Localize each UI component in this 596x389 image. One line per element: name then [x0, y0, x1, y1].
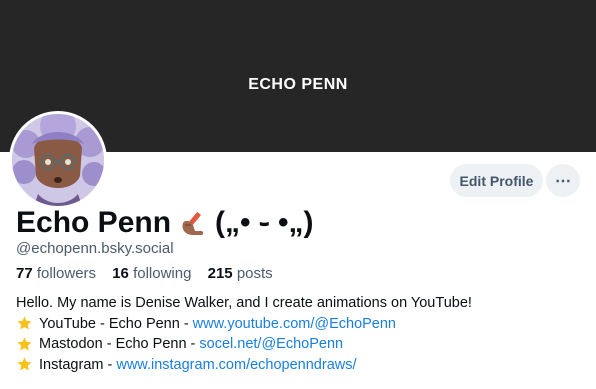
following-label: following: [133, 265, 192, 282]
following-count: 16: [112, 265, 129, 282]
bio-link-line: YouTube - Echo Penn - www.youtube.com/@E…: [16, 314, 472, 335]
display-name-text: Echo Penn: [16, 205, 172, 239]
posts-count: 215: [207, 265, 233, 282]
bio: Hello. My name is Denise Walker, and I c…: [16, 293, 472, 375]
following-link[interactable]: 16 following: [112, 265, 191, 282]
posts-stat: 215 posts: [208, 265, 273, 282]
star-icon: [17, 316, 32, 330]
display-name: Echo Penn („• ֊ •„): [16, 205, 314, 240]
handle: @echopenn.bsky.social: [16, 240, 174, 257]
followers-label: followers: [36, 265, 97, 282]
bio-link-line: Instagram - www.instagram.com/echopenndr…: [16, 355, 472, 376]
star-icon: [17, 337, 32, 351]
avatar-illustration: [12, 114, 104, 206]
more-icon: ⋯: [555, 172, 571, 190]
writing-hand-icon: [177, 209, 209, 237]
avatar[interactable]: [9, 111, 107, 209]
bio-intro: Hello. My name is Denise Walker, and I c…: [16, 295, 472, 311]
edit-profile-button[interactable]: Edit Profile: [450, 164, 543, 197]
profile-stats: 77 followers 16 following 215 posts: [16, 265, 285, 282]
name-kaomoji: („• ֊ •„): [215, 206, 314, 239]
followers-link[interactable]: 77 followers: [16, 265, 96, 282]
mastodon-link[interactable]: socel.net/@EchoPenn: [199, 334, 343, 355]
banner-title: ECHO PENN: [248, 76, 348, 93]
bio-link-line: Mastodon - Echo Penn - socel.net/@EchoPe…: [16, 334, 472, 355]
bio-link-prefix: Instagram -: [39, 356, 113, 373]
bio-link-prefix: YouTube - Echo Penn -: [39, 315, 189, 332]
youtube-link[interactable]: www.youtube.com/@EchoPenn: [193, 314, 396, 335]
star-icon: [17, 357, 32, 371]
followers-count: 77: [16, 265, 33, 282]
instagram-link[interactable]: www.instagram.com/echopenndraws/: [116, 355, 356, 376]
more-options-button[interactable]: ⋯: [546, 164, 580, 197]
bio-link-prefix: Mastodon - Echo Penn -: [39, 336, 196, 352]
posts-label: posts: [236, 265, 273, 282]
